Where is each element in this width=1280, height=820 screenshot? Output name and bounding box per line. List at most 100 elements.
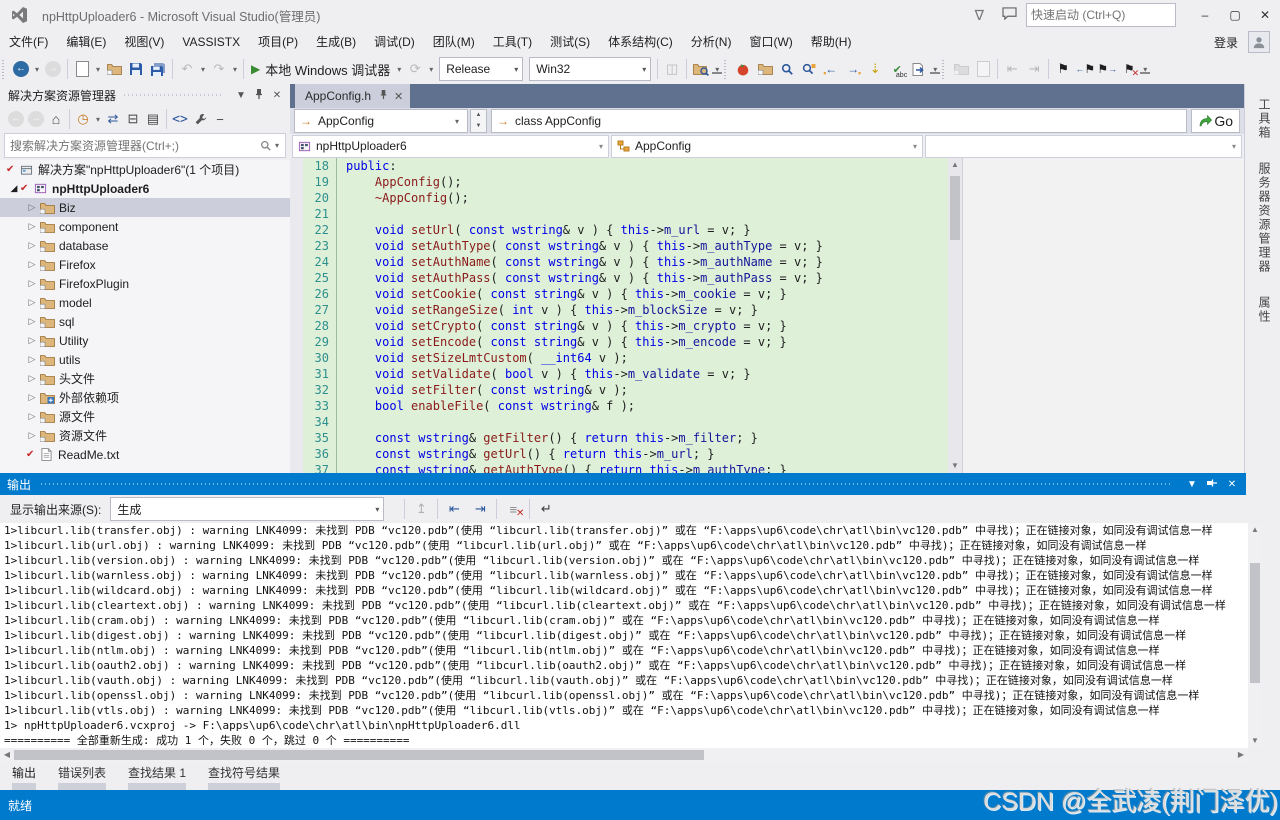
save-icon[interactable] xyxy=(125,57,147,81)
forward-icon[interactable]: → xyxy=(26,107,46,131)
new-file-icon[interactable] xyxy=(71,57,93,81)
tree-row-folder[interactable]: ▷sql xyxy=(0,312,290,331)
scroll-up-icon[interactable]: ▲ xyxy=(948,158,962,172)
scrollbar-thumb[interactable] xyxy=(950,176,960,240)
collapsed-arrow-icon[interactable]: ▷ xyxy=(26,335,38,346)
nav-forward-icon[interactable]: → xyxy=(42,57,64,81)
redo-icon[interactable]: ↷ xyxy=(208,57,230,81)
tree-row-solution[interactable]: ✔解决方案"npHttpUploader6"(1 个项目) xyxy=(0,160,290,179)
close-panel-icon[interactable]: ✕ xyxy=(268,90,286,101)
tree-row-folder[interactable]: ▷外部依赖项 xyxy=(0,388,290,407)
toolbar-grip[interactable] xyxy=(942,59,948,79)
collapsed-arrow-icon[interactable]: ▷ xyxy=(26,259,38,270)
close-button[interactable]: ✕ xyxy=(1250,4,1280,26)
comment-bubble-icon[interactable] xyxy=(1002,7,1017,23)
va-options-caret[interactable]: ▾ xyxy=(930,65,940,74)
va-paste-icon[interactable]: ⇣ xyxy=(864,57,886,81)
menu-item[interactable]: 生成(B) xyxy=(307,30,365,54)
preview-selected-items-icon[interactable]: − xyxy=(210,107,230,131)
save-all-icon[interactable] xyxy=(147,57,169,81)
output-vertical-scrollbar[interactable]: ▲ ▼ xyxy=(1248,523,1262,748)
right-tab-属性[interactable]: 属性 xyxy=(1253,292,1276,328)
next-message-icon[interactable]: ⇥ xyxy=(467,498,493,520)
sync-with-active-document-icon[interactable]: ◷ xyxy=(73,107,93,131)
tab-pin-icon[interactable] xyxy=(379,89,388,103)
bottom-tab-输出[interactable]: 输出 xyxy=(4,762,44,792)
menu-item[interactable]: 编辑(E) xyxy=(57,30,115,54)
combo-caret-icon[interactable]: ▾ xyxy=(642,65,646,74)
collapsed-arrow-icon[interactable]: ▷ xyxy=(26,202,38,213)
open-file-icon[interactable] xyxy=(103,57,125,81)
va-nav-forward-icon[interactable]: →▪ xyxy=(842,57,864,81)
menu-item[interactable]: 视图(V) xyxy=(115,30,173,54)
solution-tree[interactable]: ✔解决方案"npHttpUploader6"(1 个项目)◢✔npHttpUpl… xyxy=(0,160,290,473)
bookmark-prev-icon[interactable]: ←⚑ xyxy=(1074,57,1096,81)
menu-item[interactable]: 团队(M) xyxy=(424,30,484,54)
va-tomato-icon[interactable] xyxy=(732,57,754,81)
bottom-tab-查找符号结果[interactable]: 查找符号结果 xyxy=(200,762,288,792)
show-all-files-icon[interactable]: ▤ xyxy=(143,107,163,131)
new-item-icon[interactable] xyxy=(972,57,994,81)
properties-icon[interactable] xyxy=(190,107,210,131)
bookmark-toggle-icon[interactable]: ⚑ xyxy=(1052,57,1074,81)
menu-item[interactable]: 文件(F) xyxy=(0,30,57,54)
collapsed-arrow-icon[interactable]: ▷ xyxy=(26,411,38,422)
solution-search-box[interactable]: ▾ xyxy=(4,133,286,158)
toolbar-grip[interactable] xyxy=(724,59,730,79)
nav-back-icon[interactable]: ← xyxy=(10,57,32,81)
collapsed-arrow-icon[interactable]: ▷ xyxy=(26,430,38,441)
nav-project-caret[interactable]: ▾ xyxy=(599,142,603,151)
pin-icon[interactable] xyxy=(250,88,268,103)
nav-member-combo[interactable]: ▾ xyxy=(925,135,1242,158)
home-icon[interactable]: ⌂ xyxy=(46,107,66,131)
clear-output-icon[interactable]: ≡✕ xyxy=(500,498,526,520)
window-menu-caret-icon[interactable]: ▼ xyxy=(232,90,250,101)
va-spellcheck-icon[interactable]: ✔abc xyxy=(886,57,908,81)
collapsed-arrow-icon[interactable]: ▷ xyxy=(26,240,38,251)
bottom-tab-查找结果 1[interactable]: 查找结果 1 xyxy=(120,762,194,792)
menu-item[interactable]: 窗口(W) xyxy=(740,30,801,54)
right-tab-工具箱[interactable]: 工具箱 xyxy=(1253,94,1276,144)
start-debug-button[interactable]: ▶本地 Windows 调试器 xyxy=(247,57,394,81)
indent-icon[interactable]: ⇥ xyxy=(1023,57,1045,81)
output-horizontal-scrollbar[interactable]: ◀ ▶ xyxy=(0,748,1248,762)
collapsed-arrow-icon[interactable]: ▷ xyxy=(26,354,38,365)
menu-item[interactable]: 项目(P) xyxy=(249,30,307,54)
tree-row-folder[interactable]: ▷Firefox xyxy=(0,255,290,274)
tree-row-folder[interactable]: ▷头文件 xyxy=(0,369,290,388)
nav-class-combo[interactable]: AppConfig ▾ xyxy=(611,135,923,158)
editor-vertical-scrollbar[interactable]: ▲ ▼ xyxy=(948,158,962,473)
solution-configuration-combo[interactable]: Release▾ xyxy=(439,57,523,81)
output-pin-icon[interactable] xyxy=(1202,478,1222,491)
new-file-caret[interactable]: ▾ xyxy=(93,65,103,74)
code-editor[interactable]: 18public:19 AppConfig();20 ~AppConfig();… xyxy=(290,158,948,473)
tree-row-project[interactable]: ◢✔npHttpUploader6 xyxy=(0,179,290,198)
refresh-icon[interactable]: ⇄ xyxy=(103,107,123,131)
collapsed-arrow-icon[interactable]: ▷ xyxy=(26,373,38,384)
apply-code-changes-caret[interactable]: ▾ xyxy=(426,65,436,74)
scroll-left-icon[interactable]: ◀ xyxy=(0,748,14,762)
bottom-tab-错误列表[interactable]: 错误列表 xyxy=(50,762,114,792)
collapsed-arrow-icon[interactable]: ▷ xyxy=(26,392,38,403)
redo-caret[interactable]: ▾ xyxy=(230,65,240,74)
tree-row-folder[interactable]: ▷database xyxy=(0,236,290,255)
tree-row-folder[interactable]: ▷Biz xyxy=(0,198,290,217)
collapse-all-icon[interactable]: ⊟ xyxy=(123,107,143,131)
tree-row-file[interactable]: ✔ReadMe.txt xyxy=(0,445,290,464)
find-in-files-icon[interactable] xyxy=(690,57,712,81)
scroll-down-icon[interactable]: ▼ xyxy=(948,459,962,473)
apply-code-changes-icon[interactable]: ⟳ xyxy=(404,57,426,81)
tree-row-folder[interactable]: ▷model xyxy=(0,293,290,312)
undo-icon[interactable]: ↶ xyxy=(176,57,198,81)
quick-launch-box[interactable] xyxy=(1026,3,1176,27)
va-nav-back-icon[interactable]: ←▪ xyxy=(820,57,842,81)
attach-process-icon[interactable]: ◫ xyxy=(661,57,683,81)
combo-caret-icon[interactable]: ▾ xyxy=(514,65,518,74)
search-options-caret[interactable]: ▾ xyxy=(272,141,282,150)
undo-caret[interactable]: ▾ xyxy=(198,65,208,74)
tree-row-folder[interactable]: ▷FirefoxPlugin xyxy=(0,274,290,293)
va-scope-combo[interactable]: → AppConfig ▾ xyxy=(294,109,468,133)
tree-row-folder[interactable]: ▷utils xyxy=(0,350,290,369)
scroll-up-icon[interactable]: ▲ xyxy=(1248,523,1262,537)
bookmark-next-icon[interactable]: ⚑→ xyxy=(1096,57,1118,81)
